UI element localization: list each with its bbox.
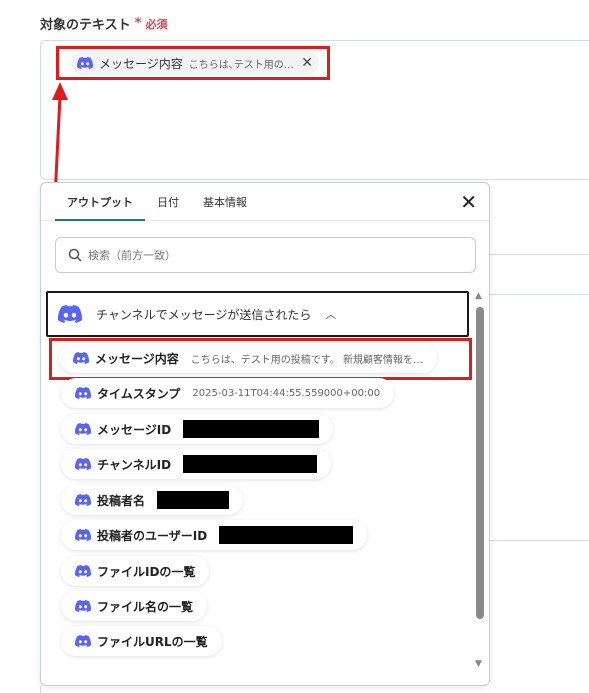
- redacted-value: [157, 491, 230, 509]
- background-divider: [40, 686, 41, 693]
- discord-icon: [75, 458, 91, 470]
- chevron-up-icon[interactable]: ︿: [325, 306, 336, 322]
- discord-icon: [58, 305, 82, 323]
- discord-icon: [75, 635, 91, 647]
- output-item-channel-id[interactable]: チャンネルID: [61, 449, 332, 479]
- scroll-down-arrow[interactable]: ▼: [475, 659, 482, 669]
- search-box[interactable]: [55, 237, 476, 273]
- required-text: 必須: [145, 17, 168, 31]
- chip-close-icon[interactable]: ✕: [301, 56, 313, 70]
- output-item-file-id-list[interactable]: ファイルIDの一覧: [61, 556, 210, 586]
- scrollbar-thumb[interactable]: [476, 307, 484, 619]
- item-value: 2025-03-11T04:44:55.559000+00:00: [192, 387, 381, 399]
- search-input[interactable]: [88, 248, 448, 262]
- tab-basic-info[interactable]: 基本情報: [191, 194, 259, 220]
- required-star: *: [134, 16, 142, 31]
- item-name: チャンネルID: [97, 457, 172, 472]
- output-item-message-id[interactable]: メッセージID: [61, 414, 334, 444]
- item-name: ファイルIDの一覧: [97, 564, 196, 579]
- item-name: メッセージID: [97, 422, 172, 437]
- output-item-file-name-list[interactable]: ファイル名の一覧: [61, 591, 208, 621]
- output-item-message-content[interactable]: メッセージ内容 こちらは、テスト用の投稿です。 新規顧客情報を…: [59, 343, 437, 373]
- discord-icon: [75, 494, 91, 506]
- variable-picker-popup: アウトプット 日付 基本情報 ✕ チャンネルでメッセージが送信されたら ︿ メッ…: [40, 182, 490, 686]
- discord-icon: [75, 565, 91, 577]
- group-label: チャンネルでメッセージが送信されたら: [96, 307, 312, 322]
- tab-date[interactable]: 日付: [145, 194, 191, 220]
- discord-icon: [73, 352, 89, 364]
- discord-icon: [75, 423, 91, 435]
- item-name: メッセージ内容: [95, 351, 179, 366]
- search-icon: [68, 248, 82, 262]
- tab-bar: アウトプット 日付 基本情報: [41, 183, 489, 221]
- selected-variable-chip[interactable]: メッセージ内容 こちらは､テスト用の… ✕: [56, 46, 330, 80]
- item-name: タイムスタンプ: [97, 386, 181, 401]
- item-name: ファイル名の一覧: [97, 599, 194, 614]
- scroll-up-arrow[interactable]: ▲: [475, 291, 482, 301]
- redacted-value: [183, 420, 320, 438]
- discord-icon: [77, 57, 93, 69]
- trigger-group-header[interactable]: チャンネルでメッセージが送信されたら ︿: [46, 291, 469, 337]
- item-name: 投稿者のユーザーID: [97, 528, 208, 543]
- discord-icon: [75, 529, 91, 541]
- output-item-file-url-list[interactable]: ファイルURLの一覧: [61, 626, 222, 656]
- chip-name: メッセージ内容: [99, 56, 183, 71]
- chip-preview: こちらは､テスト用の…: [188, 59, 294, 71]
- redacted-value: [219, 526, 354, 544]
- discord-icon: [75, 600, 91, 612]
- tab-output[interactable]: アウトプット: [55, 194, 145, 221]
- discord-icon: [75, 387, 91, 399]
- popup-close-icon[interactable]: ✕: [460, 192, 477, 212]
- field-label-text: 対象のテキスト: [40, 18, 131, 33]
- redacted-value: [183, 455, 318, 473]
- output-item-author-user-id[interactable]: 投稿者のユーザーID: [61, 520, 368, 550]
- item-name: 投稿者名: [97, 493, 146, 508]
- field-label: 対象のテキスト * 必須: [40, 14, 167, 33]
- item-value: こちらは、テスト用の投稿です。 新規顧客情報を…: [190, 354, 423, 366]
- output-item-timestamp[interactable]: タイムスタンプ 2025-03-11T04:44:55.559000+00:00: [61, 378, 395, 408]
- item-name: ファイルURLの一覧: [97, 634, 208, 649]
- output-item-author-name[interactable]: 投稿者名: [61, 485, 244, 515]
